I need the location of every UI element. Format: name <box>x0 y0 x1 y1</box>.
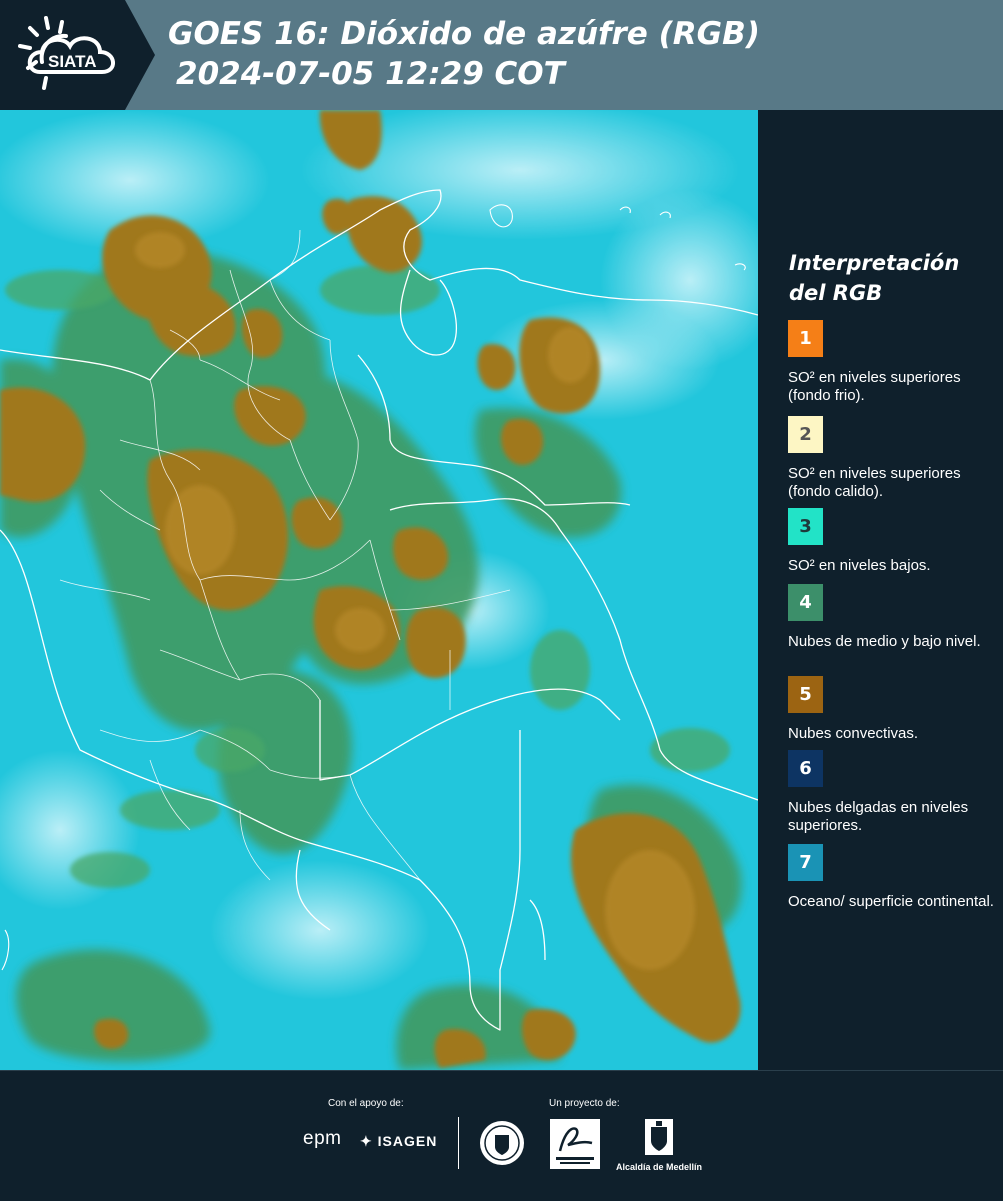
satellite-map[interactable] <box>0 110 758 1070</box>
isagen-logo: ✦ ISAGEN <box>360 1133 437 1150</box>
legend-label: SO² en niveles bajos. <box>788 557 931 574</box>
area-metropolitana-logo <box>550 1119 600 1169</box>
legend-number: 7 <box>799 852 812 873</box>
legend-swatch: 5 <box>788 676 823 713</box>
legend-swatch: 1 <box>788 320 823 357</box>
alcaldia-text: Alcaldía de Medellín <box>615 1162 703 1172</box>
legend-number: 1 <box>799 328 812 349</box>
legend-label: Oceano/ superficie continental. <box>788 893 994 910</box>
legend-title: Interpretación del RGB <box>789 251 960 305</box>
support-caption: Con el apoyo de: <box>328 1098 404 1109</box>
legend-panel: Interpretación del RGB 1 SO² en niveles … <box>758 110 1003 1070</box>
legend-item-4: 4 Nubes de medio y bajo nivel. <box>788 584 998 651</box>
isagen-logo-text: ISAGEN <box>377 1133 438 1149</box>
alcaldia-logo: Alcaldía de Medellín <box>612 1119 706 1172</box>
footer-divider <box>458 1117 459 1169</box>
alcaldia-crest-icon <box>645 1119 673 1155</box>
project-caption: Un proyecto de: <box>549 1098 620 1109</box>
legend-number: 5 <box>799 684 812 705</box>
legend-label: SO² en niveles superiores (fondo calido)… <box>788 465 961 500</box>
legend-swatch: 2 <box>788 416 823 453</box>
legend-item-2: 2 SO² en niveles superiores (fondo calid… <box>788 416 998 501</box>
legend-number: 2 <box>799 424 812 445</box>
header-bar: SIATA GOES 16: Dióxido de azúfre (RGB) 2… <box>0 0 1003 110</box>
legend-swatch: 3 <box>788 508 823 545</box>
timestamp: 2024-07-05 12:29 COT <box>176 56 565 92</box>
medellin-seal-icon <box>480 1121 524 1165</box>
isagen-mark-icon: ✦ <box>360 1133 373 1149</box>
legend-swatch: 7 <box>788 844 823 881</box>
legend-label: Nubes delgadas en niveles superiores. <box>788 799 969 834</box>
legend-item-3: 3 SO² en niveles bajos. <box>788 508 998 575</box>
legend-number: 4 <box>799 592 812 613</box>
title-block: GOES 16: Dióxido de azúfre (RGB) 2024-07… <box>168 14 760 94</box>
legend-item-6: 6 Nubes delgadas en niveles superiores. <box>788 750 998 835</box>
legend-number: 6 <box>799 758 812 779</box>
epm-logo: epm <box>303 1128 342 1149</box>
legend-label: SO² en niveles superiores (fondo frio). <box>788 369 961 404</box>
legend-swatch: 4 <box>788 584 823 621</box>
siata-logo-text: SIATA <box>48 52 96 71</box>
footer: Con el apoyo de: Un proyecto de: epm ✦ I… <box>0 1070 1003 1201</box>
legend-item-1: 1 SO² en niveles superiores (fondo frio)… <box>788 320 998 405</box>
legend-item-5: 5 Nubes convectivas. <box>788 676 998 743</box>
legend-number: 3 <box>799 516 812 537</box>
siata-logo: SIATA <box>0 0 155 110</box>
legend-swatch: 6 <box>788 750 823 787</box>
legend-item-7: 7 Oceano/ superficie continental. <box>788 844 998 911</box>
legend-label: Nubes convectivas. <box>788 725 919 742</box>
page-title: GOES 16: Dióxido de azúfre (RGB) <box>168 16 760 52</box>
legend-label: Nubes de medio y bajo nivel. <box>788 633 981 650</box>
